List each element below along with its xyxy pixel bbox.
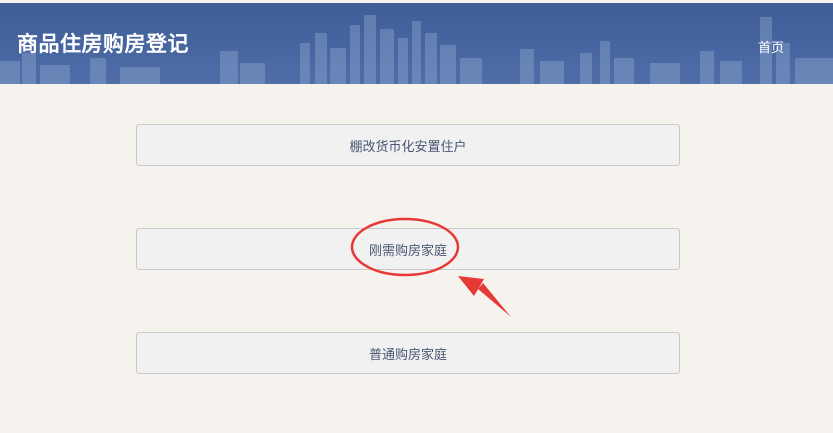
annotation-arrow-icon (458, 276, 511, 317)
header-banner: 商品住房购房登记 首页 (0, 3, 833, 84)
option-button-rigid-demand-family[interactable]: 刚需购房家庭 (136, 228, 680, 270)
page-title: 商品住房购房登记 (17, 32, 189, 56)
option-button-ordinary-family[interactable]: 普通购房家庭 (136, 332, 680, 374)
option-button-shantytown-resettlement[interactable]: 棚改货币化安置住户 (136, 124, 680, 166)
nav-home-link[interactable]: 首页 (758, 39, 784, 59)
